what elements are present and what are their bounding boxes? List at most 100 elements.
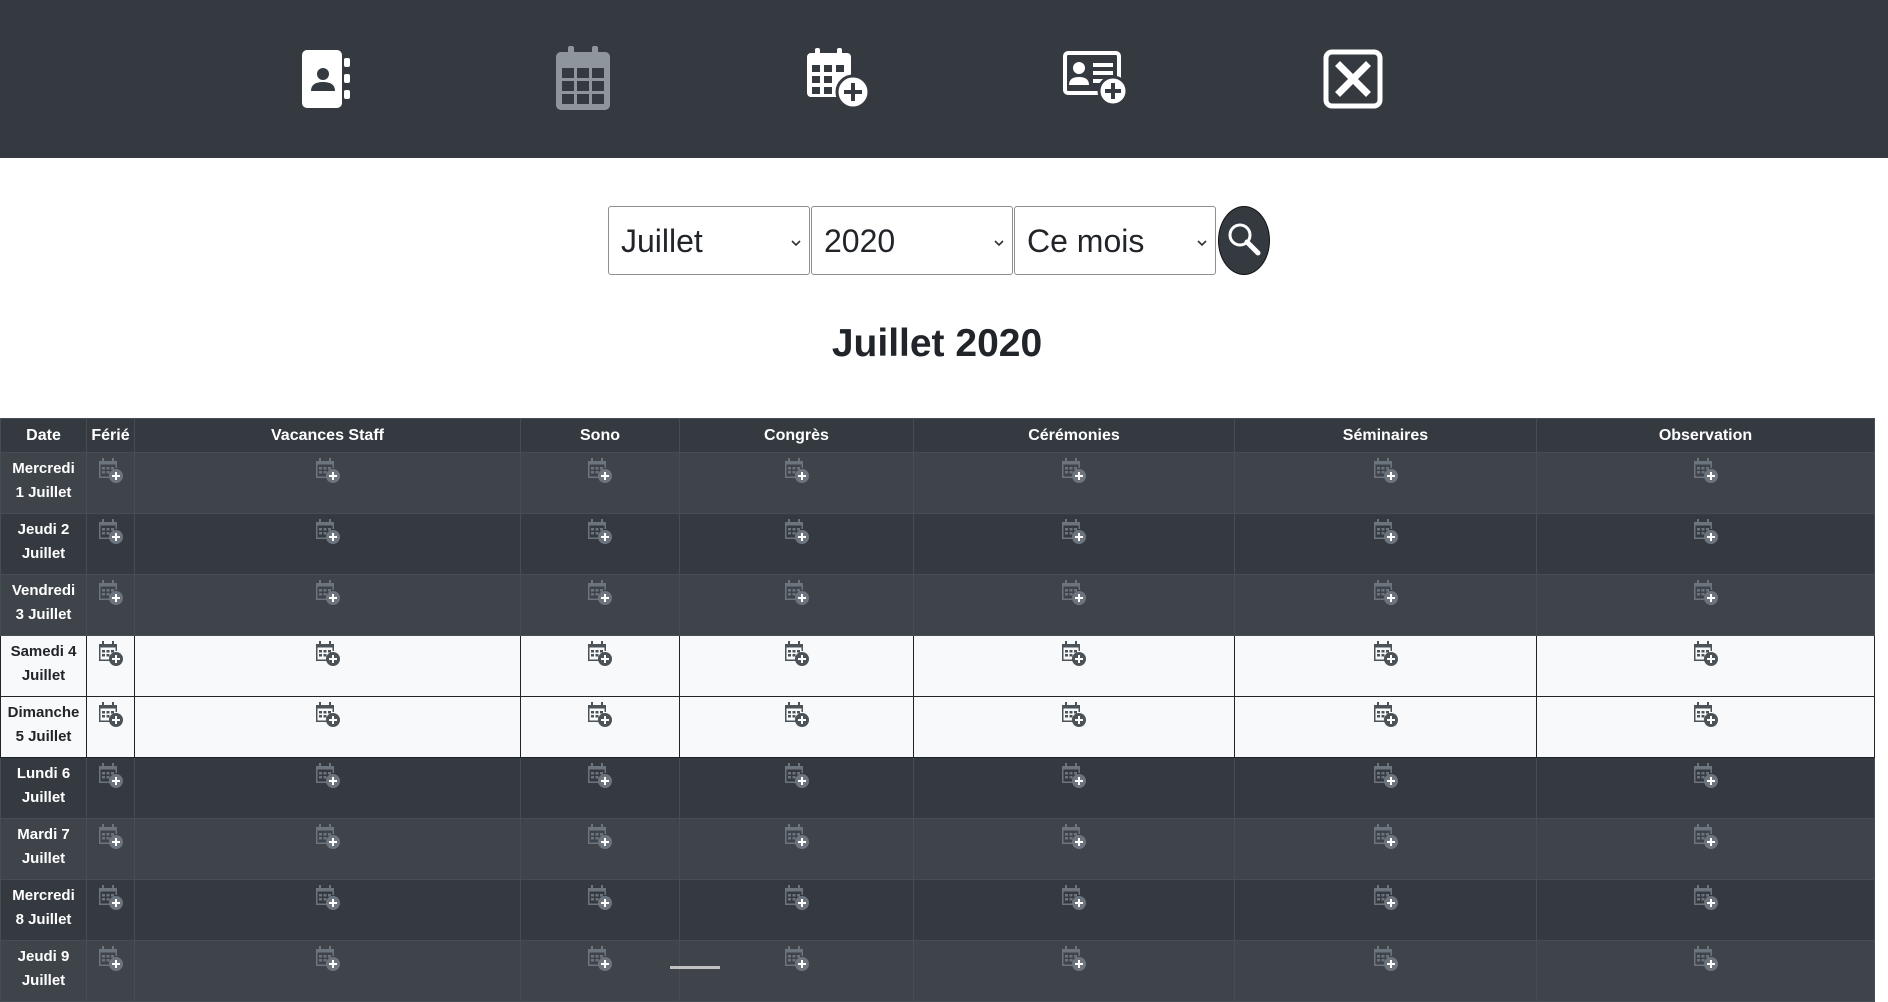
event-cell: [1536, 635, 1875, 697]
calendar-add-icon[interactable]: [1061, 763, 1087, 794]
calendar-add-icon[interactable]: [1061, 458, 1087, 489]
calendar-add-icon[interactable]: [98, 824, 124, 855]
month-select-wrap: Juillet: [608, 206, 811, 275]
calendar-add-icon[interactable]: [784, 763, 810, 794]
calendar-add-icon[interactable]: [784, 519, 810, 550]
calendar-add-icon[interactable]: [1373, 519, 1399, 550]
event-cell: [1536, 696, 1875, 758]
contact-card-add-icon[interactable]: [1061, 44, 1131, 114]
calendar-add-icon[interactable]: [784, 824, 810, 855]
calendar-add-icon[interactable]: [1373, 458, 1399, 489]
table-row: Samedi 4 Juillet: [0, 635, 1875, 697]
calendar-add-icon[interactable]: [1373, 824, 1399, 855]
calendar-add-icon[interactable]: [1373, 763, 1399, 794]
range-select[interactable]: Ce mois: [1014, 206, 1216, 275]
event-cell: [1536, 757, 1875, 819]
calendar-add-icon[interactable]: [1693, 824, 1719, 855]
calendar-add-icon[interactable]: [1061, 702, 1087, 733]
calendar-add-icon[interactable]: [1373, 702, 1399, 733]
table-row: Mardi 7 Juillet: [0, 818, 1875, 880]
calendar-add-icon[interactable]: [1061, 641, 1087, 672]
date-line-1: Mercredi: [12, 887, 75, 904]
calendar-add-icon[interactable]: [1693, 458, 1719, 489]
month-select[interactable]: Juillet: [608, 206, 810, 275]
column-header: Observation: [1536, 418, 1875, 453]
calendar-add-icon[interactable]: [587, 946, 613, 977]
column-header: Date: [0, 418, 87, 453]
event-cell: [86, 879, 135, 941]
calendar-add-icon[interactable]: [1693, 763, 1719, 794]
calendar-add-icon[interactable]: [1061, 580, 1087, 611]
calendar-add-icon[interactable]: [784, 458, 810, 489]
event-cell: [134, 513, 521, 575]
calendar-add-icon[interactable]: [784, 885, 810, 916]
calendar-add-icon[interactable]: [1693, 641, 1719, 672]
calendar-add-icon[interactable]: [98, 702, 124, 733]
date-line-1: Mardi 7: [17, 826, 70, 843]
event-cell: [1536, 940, 1875, 1002]
calendar-add-icon[interactable]: [315, 641, 341, 672]
calendar-add-icon[interactable]: [587, 519, 613, 550]
event-cell: [913, 879, 1235, 941]
calendar-add-icon[interactable]: [1061, 885, 1087, 916]
event-cell: [913, 940, 1235, 1002]
calendar-add-icon[interactable]: [587, 824, 613, 855]
calendar-add-icon[interactable]: [1061, 946, 1087, 977]
calendar-add-icon[interactable]: [587, 702, 613, 733]
event-cell: [134, 757, 521, 819]
search-button[interactable]: [1218, 206, 1270, 275]
calendar-add-icon[interactable]: [784, 641, 810, 672]
calendar-add-icon[interactable]: [98, 885, 124, 916]
event-cell: [679, 574, 914, 636]
date-line-2: 8 Juillet: [15, 911, 72, 928]
column-header: Férié: [86, 418, 135, 453]
column-header: Sono: [520, 418, 680, 453]
calendar-add-icon[interactable]: [98, 946, 124, 977]
event-cell: [1536, 452, 1875, 514]
calendar-add-icon[interactable]: [98, 519, 124, 550]
calendar-add-icon[interactable]: [315, 763, 341, 794]
calendar-add-icon[interactable]: [587, 458, 613, 489]
calendar-add-icon[interactable]: [98, 580, 124, 611]
calendar-add-icon[interactable]: [315, 824, 341, 855]
calendar-add-icon[interactable]: [587, 763, 613, 794]
calendar-add-icon[interactable]: [1373, 885, 1399, 916]
calendar-add-icon[interactable]: [315, 702, 341, 733]
event-cell: [134, 452, 521, 514]
calendar-add-icon[interactable]: [1061, 519, 1087, 550]
page-title: Juillet 2020: [831, 322, 1043, 365]
calendar-add-icon[interactable]: [315, 519, 341, 550]
date-cell: Jeudi 9 Juillet: [0, 940, 87, 1002]
close-box-icon[interactable]: [1318, 44, 1388, 114]
calendar-add-icon[interactable]: [784, 702, 810, 733]
calendar-add-icon[interactable]: [1373, 641, 1399, 672]
calendar-add-icon[interactable]: [587, 641, 613, 672]
calendar-add-icon[interactable]: [1693, 580, 1719, 611]
calendar-add-icon[interactable]: [1693, 519, 1719, 550]
calendar-add-icon[interactable]: [315, 885, 341, 916]
calendar-add-icon[interactable]: [784, 580, 810, 611]
calendar-add-icon[interactable]: [784, 946, 810, 977]
calendar-add-icon[interactable]: [1693, 946, 1719, 977]
calendar-add-icon[interactable]: [587, 885, 613, 916]
calendar-icon[interactable]: [548, 44, 618, 114]
event-cell: [520, 818, 680, 880]
calendar-add-icon[interactable]: [803, 44, 873, 114]
address-book-icon[interactable]: [291, 44, 361, 114]
calendar-add-icon[interactable]: [98, 763, 124, 794]
calendar-add-icon[interactable]: [587, 580, 613, 611]
calendar-add-icon[interactable]: [1061, 824, 1087, 855]
calendar-add-icon[interactable]: [1373, 580, 1399, 611]
calendar-add-icon[interactable]: [1373, 946, 1399, 977]
column-header: Cérémonies: [913, 418, 1235, 453]
calendar-add-icon[interactable]: [1693, 702, 1719, 733]
calendar-add-icon[interactable]: [1693, 885, 1719, 916]
event-cell: [913, 452, 1235, 514]
calendar-add-icon[interactable]: [98, 641, 124, 672]
year-select[interactable]: 2020: [811, 206, 1013, 275]
calendar-add-icon[interactable]: [315, 946, 341, 977]
calendar-add-icon[interactable]: [98, 458, 124, 489]
calendar-add-icon[interactable]: [315, 458, 341, 489]
calendar-add-icon[interactable]: [315, 580, 341, 611]
date-line-1: Jeudi 9: [17, 948, 70, 965]
